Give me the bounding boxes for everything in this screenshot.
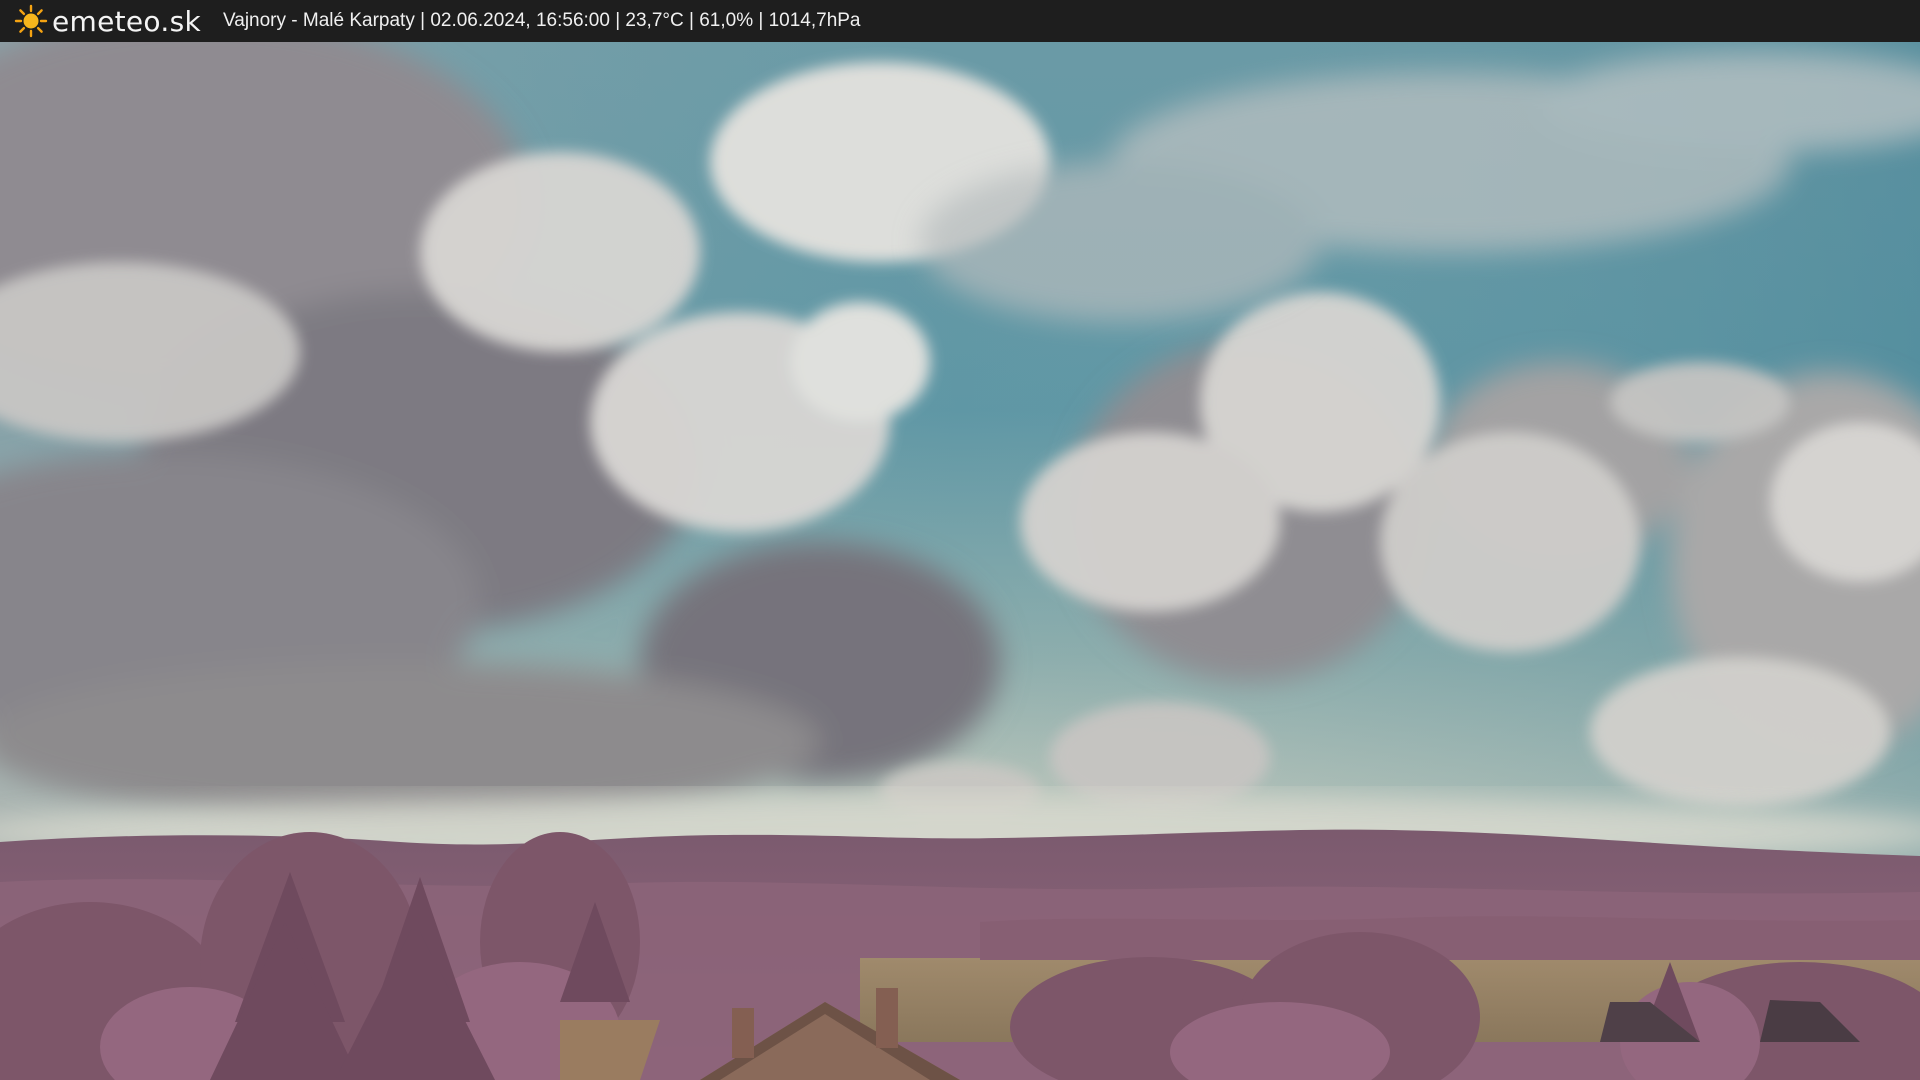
- top-bar: emeteo.sk Vajnory - Malé Karpaty | 02.06…: [0, 0, 1920, 42]
- webcam-image: [0, 42, 1920, 1080]
- site-name: emeteo.sk: [52, 4, 201, 38]
- sun-icon: [14, 4, 48, 38]
- webcam-caption: Vajnory - Malé Karpaty | 02.06.2024, 16:…: [222, 10, 861, 31]
- emeteo-logo-link[interactable]: emeteo.sk: [14, 0, 201, 42]
